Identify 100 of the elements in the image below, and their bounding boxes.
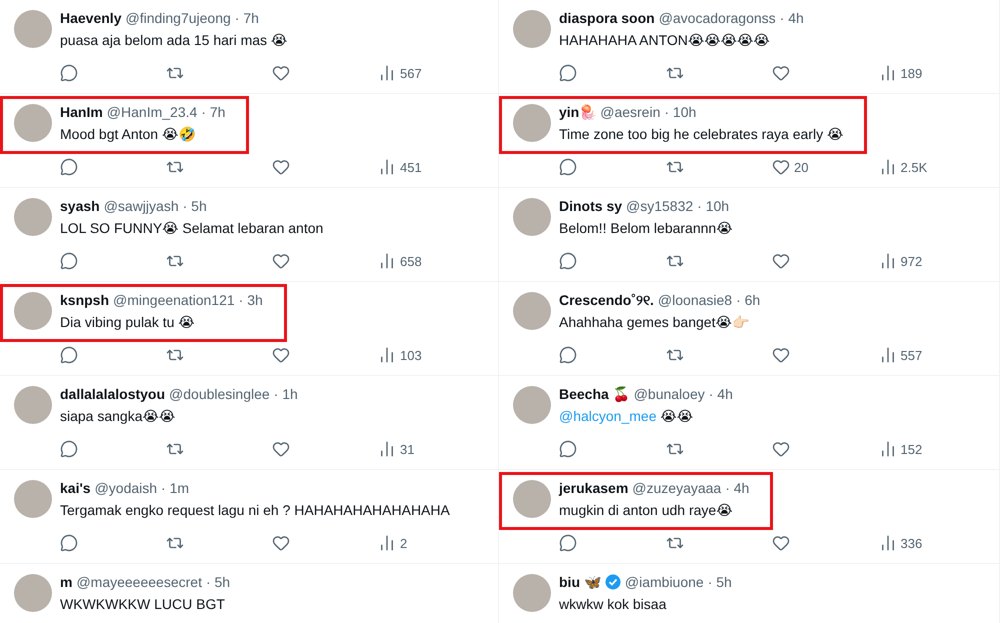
post-text: LOL SO FUNNY😭 Selamat lebaran anton (60, 219, 324, 238)
post-text: Belom!! Belom lebarannn😭 (559, 219, 733, 238)
like-icon[interactable] (272, 158, 290, 176)
user-handle[interactable]: @bunaloey (634, 384, 705, 404)
post-time: · 10h (664, 103, 696, 122)
reply-icon[interactable] (559, 534, 577, 552)
display-name[interactable]: diaspora soon (559, 8, 655, 28)
view-count: 152 (900, 442, 922, 456)
tweet-row[interactable]: HanIm @HanIm_23.4 · 7h Mood bgt Anton 😭🤣 451 (0, 94, 498, 188)
display-name[interactable]: kai's (60, 478, 91, 498)
tweet-row[interactable]: dallalalalostyou @doublesinglee · 1h siapa sangka😭😭 31 (0, 376, 498, 470)
display-name[interactable]: Dinots sy (559, 196, 622, 216)
display-name[interactable]: HanIm (60, 102, 103, 122)
user-handle[interactable]: @HanIm_23.4 (106, 102, 198, 122)
display-name[interactable]: jerukasem (559, 478, 628, 498)
tweet-row[interactable]: m @mayeeeeeesecret · 5h WKWKWKKW LUCU BGT (0, 564, 498, 623)
display-name[interactable]: Haevenly (60, 8, 122, 28)
post-text: 😭😭 (659, 408, 694, 424)
display-name[interactable]: ksnpsh (60, 290, 110, 310)
post-text: Ahahhaha gemes banget😭👉🏻 (559, 313, 750, 332)
views-icon[interactable] (378, 346, 396, 364)
like-icon[interactable] (772, 440, 790, 458)
post-text: HAHAHAHA ANTON😭😭😭😭😭 (559, 31, 771, 50)
user-handle[interactable]: @sawjjyash (104, 196, 179, 216)
reply-icon[interactable] (60, 64, 78, 82)
post-time: · 5h (206, 573, 230, 592)
like-count: 20 (794, 160, 808, 174)
like-icon[interactable] (272, 252, 290, 270)
like-icon[interactable] (272, 440, 290, 458)
display-name[interactable]: dallalalalostyou (60, 384, 166, 404)
reply-icon[interactable] (559, 440, 577, 458)
like-icon[interactable] (772, 346, 790, 364)
reply-icon[interactable] (60, 158, 78, 176)
like-icon[interactable] (772, 158, 790, 176)
views-icon[interactable] (378, 158, 396, 176)
tweet-row[interactable]: jerukasem @zuzeyayaaa · 4h mugkin di anton udh raye😭 336 (499, 470, 999, 564)
tweet-row[interactable]: biu 🦋 @iambiuone · 5h wkwkw kok bisaa (499, 564, 999, 623)
user-handle[interactable]: @aesrein (600, 102, 660, 122)
display-name[interactable]: m (60, 572, 72, 592)
like-icon[interactable] (272, 534, 290, 552)
post-time: · 7h (201, 103, 226, 122)
reply-icon[interactable] (559, 346, 577, 364)
like-icon[interactable] (772, 534, 790, 552)
user-handle[interactable]: @mayeeeeeesecret (76, 572, 202, 592)
view-count: 658 (400, 254, 422, 268)
user-handle[interactable]: @yodaish (94, 478, 158, 498)
reply-icon[interactable] (559, 252, 577, 270)
post-time: · 1h (274, 385, 298, 404)
user-handle[interactable]: @iambiuone (624, 572, 704, 592)
views-icon[interactable] (378, 440, 396, 458)
reply-icon[interactable] (60, 534, 78, 552)
user-handle[interactable]: @doublesinglee (169, 384, 270, 404)
post-text: siapa sangka😭😭 (60, 407, 176, 426)
user-handle[interactable]: @finding7ujeong (125, 8, 231, 28)
tweet-row[interactable]: Crescendo˚୨୧. @loonasie8 · 6h Ahahhaha gemes banget😭👉🏻 557 (499, 282, 999, 376)
post-time: · 5h (708, 573, 732, 592)
like-icon[interactable] (772, 252, 790, 270)
tweet-row[interactable]: kai's @yodaish · 1m Tergamak engko request lagu ni eh ? HAHAHAHAHAHAHAHA 2 (0, 470, 498, 564)
post-time: · 7h (234, 9, 259, 28)
reply-icon[interactable] (559, 64, 577, 82)
post-text: puasa aja belom ada 15 hari mas 😭 (60, 31, 288, 50)
display-name[interactable]: Crescendo˚୨୧. (559, 290, 654, 310)
like-icon[interactable] (772, 64, 790, 82)
user-handle[interactable]: @sy15832 (626, 196, 694, 216)
tweet-row[interactable]: Haevenly @finding7ujeong · 7h puasa aja belom ada 15 hari mas 😭 567 (0, 0, 498, 94)
reply-icon[interactable] (60, 346, 78, 364)
post-time: · 4h (780, 9, 804, 28)
view-count: 972 (900, 254, 922, 268)
tweet-row[interactable]: ksnpsh @mingeenation121 · 3h Dia vibing pulak tu 😭 103 (0, 282, 498, 376)
display-name[interactable]: Beecha 🍒 (559, 384, 630, 404)
post-text: Time zone too big he celebrates raya early 😭 (559, 125, 844, 144)
reply-icon[interactable] (60, 252, 78, 270)
user-handle[interactable]: @mingeenation121 (113, 290, 235, 310)
user-handle[interactable]: @loonasie8 (658, 290, 732, 310)
reply-icon[interactable] (60, 440, 78, 458)
user-handle[interactable]: @avocadoragonss (658, 8, 776, 28)
tweet-row[interactable]: syash @sawjjyash · 5h LOL SO FUNNY😭 Selamat lebaran anton 658 (0, 188, 498, 282)
post-text: Mood bgt Anton 😭🤣 (60, 125, 196, 144)
tweet-row[interactable]: diaspora soon @avocadoragonss · 4h HAHAHAHA ANTON😭😭😭😭😭 189 (499, 0, 999, 94)
like-icon[interactable] (272, 346, 290, 364)
post-time: · 5h (182, 197, 207, 216)
post-time: · 10h (697, 197, 730, 216)
post-text: Dia vibing pulak tu 😭 (60, 313, 196, 332)
post-time: · 6h (736, 291, 760, 310)
display-name[interactable]: syash (60, 196, 100, 216)
user-handle[interactable]: @zuzeyayaaa (632, 478, 722, 498)
tweet-row[interactable]: yin🪼 @aesrein · 10h Time zone too big he celebrates raya early 😭 20 2.5K (499, 94, 999, 188)
post-text: wkwkw kok bisaa (559, 595, 668, 614)
views-icon[interactable] (378, 64, 396, 82)
views-icon[interactable] (378, 252, 396, 270)
display-name[interactable]: biu 🦋 (559, 572, 601, 592)
view-count: 336 (900, 536, 922, 550)
post-text: WKWKWKKW LUCU BGT (60, 595, 226, 614)
views-icon[interactable] (378, 534, 396, 552)
reply-icon[interactable] (559, 158, 577, 176)
view-count: 567 (400, 66, 422, 80)
tweet-row[interactable]: Dinots sy @sy15832 · 10h Belom!! Belom lebarannn😭 972 (499, 188, 999, 282)
tweet-row[interactable]: Beecha 🍒 @bunaloey · 4h @halcyon_mee 😭😭 152 (499, 376, 999, 470)
display-name[interactable]: yin🪼 (559, 102, 596, 122)
like-icon[interactable] (272, 64, 290, 82)
